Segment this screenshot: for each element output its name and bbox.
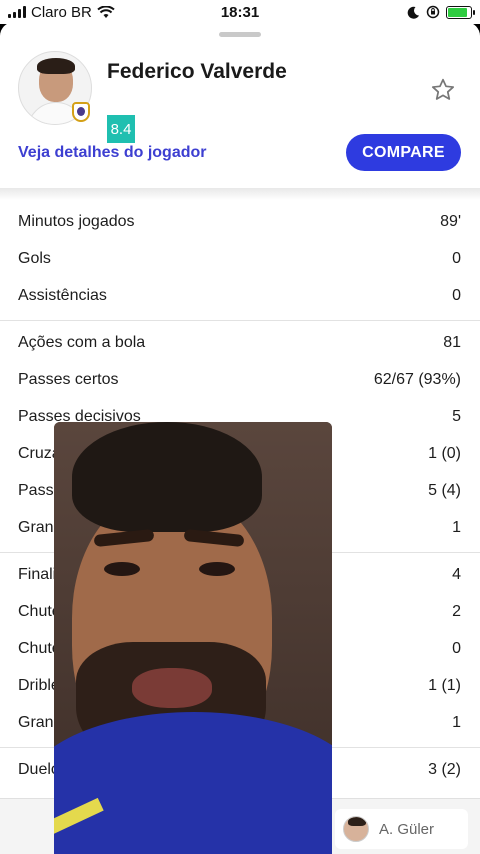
stat-value: 2 (452, 602, 461, 620)
favorite-star-icon[interactable] (430, 77, 456, 103)
stat-value: 89' (440, 212, 461, 230)
stat-value: 5 (452, 407, 461, 425)
status-right (352, 5, 475, 19)
stat-label: Minutos jogados (18, 212, 135, 230)
header-divider (0, 188, 480, 200)
stat-label: Passes certos (18, 370, 119, 388)
stat-row: Passes certos 62/67 (93%) (0, 361, 480, 398)
battery-icon (446, 5, 475, 19)
stat-value: 3 (2) (428, 760, 461, 778)
battery-level (448, 7, 467, 17)
player-details-link[interactable]: Veja detalhes do jogador (18, 144, 207, 162)
stat-value: 5 (4) (428, 481, 461, 499)
stat-value: 0 (452, 639, 461, 657)
stat-value: 4 (452, 565, 461, 583)
club-badge-icon (72, 102, 90, 122)
stat-value: 1 (452, 713, 461, 731)
compare-button[interactable]: COMPARE (346, 134, 461, 171)
stat-row: Gols 0 (0, 240, 480, 277)
stat-value: 0 (452, 249, 461, 267)
status-time: 18:31 (220, 3, 260, 21)
stat-value: 81 (443, 333, 461, 351)
orientation-lock-icon (426, 5, 440, 19)
player-name: Federico Valverde (107, 60, 287, 83)
player-header: Federico Valverde 8.4 Veja detalhes do j… (0, 22, 480, 188)
stat-value: 0 (452, 286, 461, 304)
stat-label: Gols (18, 249, 51, 267)
stat-value: 1 (452, 518, 461, 536)
stat-value: 62/67 (93%) (373, 370, 461, 388)
stat-value: 1 (0) (428, 444, 461, 462)
player-rating-badge: 8.4 (107, 115, 135, 143)
stat-label: Ações com a bola (18, 333, 146, 351)
status-left: Claro BR (8, 4, 188, 21)
stat-row: Minutos jogados 89' (0, 203, 480, 240)
moon-icon (407, 6, 419, 19)
substitute-name: A. Güler (379, 820, 435, 838)
status-bar: Claro BR 18:31 (0, 0, 480, 24)
stat-row: Assistências 0 (0, 277, 480, 314)
wifi-icon (97, 5, 115, 18)
cellular-signal-icon (8, 6, 26, 18)
stat-row: Ações com a bola 81 (0, 324, 480, 361)
carrier-name: Claro BR (31, 3, 92, 21)
stat-label: Assistências (18, 286, 107, 304)
stats-group: Minutos jogados 89' Gols 0 Assistências 0 (0, 200, 480, 320)
substitute-chip[interactable]: A. Güler (335, 809, 468, 849)
substitute-avatar (343, 816, 369, 842)
stat-value: 1 (1) (428, 676, 461, 694)
video-overlay[interactable] (54, 422, 332, 854)
